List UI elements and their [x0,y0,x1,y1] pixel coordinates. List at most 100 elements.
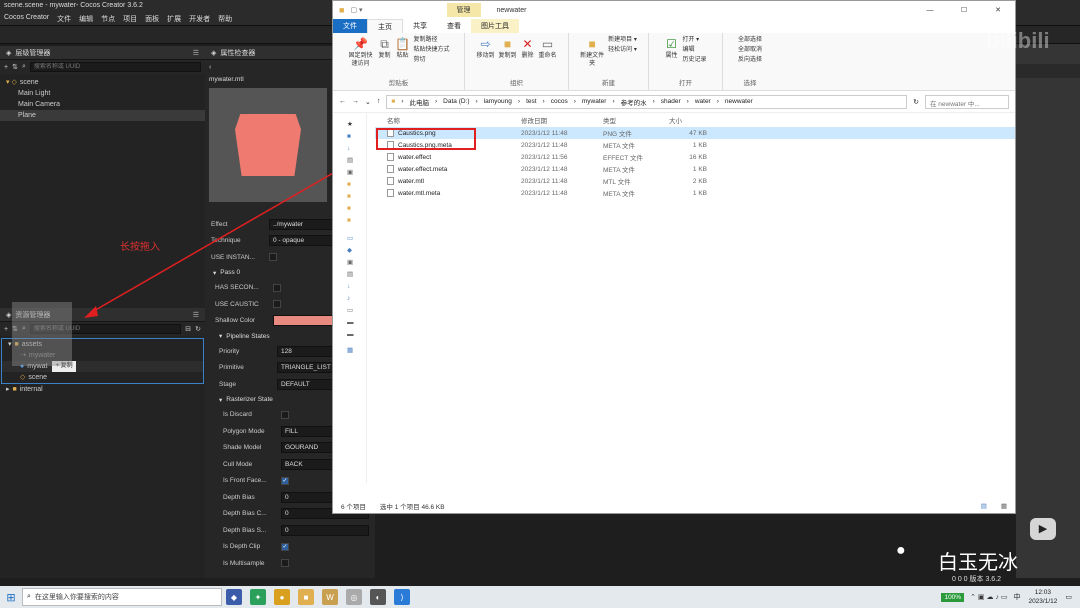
file-row[interactable]: water.effect 2023/1/12 11:56 EFFECT 文件 16 K… [375,151,1015,163]
nav-item[interactable]: ↓ [347,281,366,293]
nav-item[interactable]: ▭ [347,305,366,317]
open-small: 打开 ▾ 编辑 历史记录 [682,36,706,65]
paste-button[interactable]: 📋 粘贴 [395,36,410,60]
tab-picture-tools[interactable]: 图片工具 [471,19,519,33]
move-to-button[interactable]: ⇨ 移动到 [476,36,494,60]
selection-info: 选中 1 个项目 46.6 KB [379,504,445,511]
taskbar-search[interactable]: ⌕ 在这里输入你要搜索的内容 [22,588,222,606]
file-size: 1 KB [692,189,707,197]
nav-item[interactable]: ■ [347,131,366,143]
history-dropdown-icon[interactable]: ⌄ [365,98,371,106]
breadcrumb-item[interactable]: newwater [725,98,753,105]
tab-view[interactable]: 查看 [437,19,471,33]
details-view-icon[interactable]: ▤ [981,502,987,510]
col-date[interactable]: 修改日期 [521,115,603,125]
breadcrumb-item[interactable]: lamyoung [484,98,512,105]
vscode-icon[interactable]: ⟩ [394,589,410,605]
paste-shortcut-button[interactable]: 粘贴快捷方式 [413,46,449,55]
breadcrumb-item[interactable]: 参考的水 [621,97,647,107]
close-icon[interactable]: ✕ [981,6,1015,14]
battery-indicator[interactable]: 100% [941,592,965,602]
file-type: META 文件 [603,143,636,150]
new-item-button[interactable]: 新建项目 ▾ [608,36,637,45]
large-icons-view-icon[interactable]: ▦ [1001,502,1007,510]
windows-start-icon[interactable]: ⊞ [0,591,22,604]
forward-icon[interactable]: → [352,98,359,105]
network-icon[interactable]: ▦ [347,345,366,357]
nav-item[interactable]: ▣ [347,167,366,179]
manage-tab[interactable]: 管理 [446,3,481,17]
nav-item[interactable]: ◆ [347,245,366,257]
address-input[interactable]: ■ › 此电脑 › Data (D:) › lamyoung › test › cocos › mywa… [386,94,908,109]
delete-button[interactable]: ✕ 删除 [521,36,535,60]
breadcrumb-item[interactable]: test [526,98,536,105]
breadcrumb-item[interactable]: cocos [551,98,568,105]
rename-button[interactable]: ▭ 重命名 [539,36,557,60]
nav-item[interactable]: ■ [347,215,366,227]
refresh-icon[interactable]: ↻ [913,98,919,106]
file-row[interactable]: water.effect.meta 2023/1/12 11:48 META 文件 1… [375,163,1015,175]
invert-selection-button[interactable]: 反向选择 [738,56,762,65]
quick-access-icon[interactable]: ★ [347,119,366,131]
properties-button[interactable]: ☑ 属性 [664,36,678,60]
edit-button[interactable]: 编辑 [682,46,706,55]
copy-button[interactable]: ⧉ 复制 [377,36,391,60]
explorer-title-bar: ■ ▢ ▾ 管理 newwater — ☐ ✕ [333,1,1015,19]
folder-icon: ■ [339,5,345,15]
select-all-button[interactable]: 全部选择 [738,36,762,45]
app-icon[interactable]: ✦ [250,589,266,605]
this-pc-icon[interactable]: ▭ [347,233,366,245]
col-size[interactable]: 大小 [669,115,707,125]
breadcrumb-item[interactable]: mywater [582,98,607,105]
cocos-icon[interactable]: ◐ [370,589,386,605]
nav-item[interactable]: ■ [347,191,366,203]
nav-item[interactable]: ▤ [347,155,366,167]
path-separator-icon: › [573,98,576,105]
new-folder-icon: ■ [588,37,596,51]
app-icon[interactable]: ◎ [346,589,362,605]
chrome-icon[interactable]: ● [274,589,290,605]
pin-icon: 📌 [353,37,368,51]
up-icon[interactable]: ↑ [377,98,381,105]
col-name[interactable]: 名称 [375,115,521,125]
nav-item[interactable]: ▣ [347,257,366,269]
select-none-button[interactable]: 全部取消 [738,46,762,55]
nav-item[interactable]: ▬ [347,329,366,341]
nav-item[interactable]: ■ [347,179,366,191]
notification-icon[interactable]: ▭ [1065,593,1072,601]
tab-share[interactable]: 共享 [403,19,437,33]
folder-search-input[interactable]: 在 newwater 中... [925,94,1009,109]
file-explorer-icon[interactable]: ■ [298,589,314,605]
copy-to-button[interactable]: ■ 复制到 [498,36,516,60]
file-row[interactable]: water.mtl.meta 2023/1/12 11:48 META 文件 1 KB [375,187,1015,199]
breadcrumb-item[interactable]: Data (D:) [443,98,469,105]
back-icon[interactable]: ← [339,98,346,105]
nav-item[interactable]: ▬ [347,317,366,329]
clock[interactable]: 12:03 2023/1/12 [1028,588,1057,606]
ime-indicator[interactable]: 中 [1013,592,1020,602]
app-icon[interactable]: W [322,589,338,605]
new-folder-button[interactable]: ■ 新建文件夹 [580,36,604,68]
open-button[interactable]: 打开 ▾ [682,36,706,45]
nav-item[interactable]: ↓ [347,143,366,155]
nav-item[interactable]: ▤ [347,269,366,281]
tab-home[interactable]: 主页 [367,19,403,33]
easy-access-button[interactable]: 轻松访问 ▾ [608,46,637,55]
copy-path-button[interactable]: 复制路径 [413,36,449,45]
breadcrumb-item[interactable]: shader [661,98,681,105]
minimize-icon[interactable]: — [913,7,947,14]
breadcrumb-item[interactable]: 此电脑 [409,97,429,107]
maximize-icon[interactable]: ☐ [947,6,981,14]
history-button[interactable]: 历史记录 [682,56,706,65]
tray-icons[interactable]: ⌃ ▣ ☁ ♪ ▭ [970,593,1007,601]
file-date: 2023/1/12 11:48 [521,189,568,197]
nav-item[interactable]: ■ [347,203,366,215]
pin-button[interactable]: 📌 固定到快速访问 [347,36,373,68]
file-row[interactable]: water.mtl 2023/1/12 11:48 MTL 文件 2 KB [375,175,1015,187]
col-type[interactable]: 类型 [603,115,669,125]
app-icon[interactable]: ◆ [226,589,242,605]
tab-file[interactable]: 文件 [333,19,367,33]
nav-item[interactable]: ♪ [347,293,366,305]
breadcrumb-item[interactable]: water [695,98,711,105]
cut-button[interactable]: 剪切 [413,56,449,65]
